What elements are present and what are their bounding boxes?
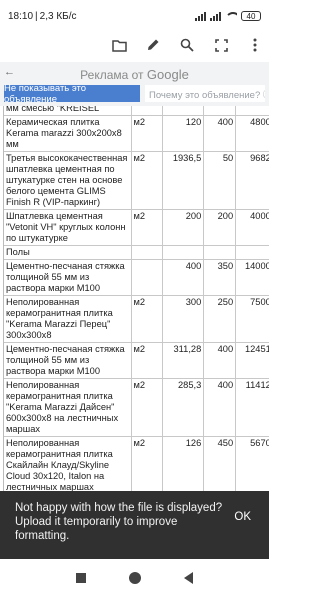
google-logo: Google: [146, 67, 189, 82]
cell-name: мм смесью "KREISEL: [4, 106, 132, 115]
format-snackbar: Not happy with how the file is displayed…: [0, 491, 269, 559]
ad-panel: ← Реклама от Google Не показывать это об…: [0, 62, 269, 106]
back-button[interactable]: [183, 572, 193, 584]
cell-qty: [163, 106, 205, 115]
more-icon[interactable]: [247, 37, 263, 53]
cell-qty: 285,3: [163, 379, 205, 436]
cell-unit: [132, 246, 164, 259]
cell-price: 450: [204, 437, 237, 494]
snackbar-ok-button[interactable]: OK: [234, 511, 251, 523]
cell-price: 250: [204, 296, 237, 342]
cell-unit: м2: [132, 379, 164, 436]
cell-price: [204, 246, 237, 259]
cell-sum: [236, 106, 269, 115]
cell-unit: м2: [132, 152, 164, 209]
cell-unit: м2: [132, 296, 164, 342]
fullscreen-icon[interactable]: [213, 37, 229, 53]
status-bar: 18:10 | 2,3 КБ/с 40: [0, 0, 269, 32]
cell-name: Цементно-песчаная стяжка толщиной 55 мм …: [4, 260, 132, 295]
cell-sum: 124512: [236, 343, 269, 378]
cell-sum: 96825: [236, 152, 269, 209]
search-icon[interactable]: [179, 37, 195, 53]
cell-unit: м2: [132, 210, 164, 245]
cell-price: [204, 106, 237, 115]
document-table-view[interactable]: мм смесью "KREISEL Керамическая плитка Ke…: [0, 106, 269, 500]
cell-sum: [236, 246, 269, 259]
cell-qty: 120: [163, 116, 205, 151]
edit-icon[interactable]: [145, 37, 161, 53]
viewer-toolbar: [0, 32, 269, 58]
status-separator: |: [35, 10, 38, 22]
cell-name: Третья высококачественная шпатлевка цеме…: [4, 152, 132, 209]
cell-sum: 114120: [236, 379, 269, 436]
cell-qty: 126: [163, 437, 205, 494]
cell-name: Цементно-песчаная стяжка толщиной 55 мм …: [4, 343, 132, 378]
cell-qty: 400: [163, 260, 205, 295]
cell-price: 200: [204, 210, 237, 245]
table-row: Неполированная керамогранитная плитка Ск…: [4, 437, 269, 495]
cell-unit: м2: [132, 343, 164, 378]
cell-name: Неполированная керамогранитная плитка Ск…: [4, 437, 132, 494]
cell-unit: [132, 260, 164, 295]
signal-icon: [195, 11, 206, 21]
ad-header-prefix: Реклама от: [80, 68, 147, 82]
cell-name: Полы: [4, 246, 132, 259]
cell-qty: 200: [163, 210, 205, 245]
cell-unit: [132, 106, 164, 115]
hide-ad-button[interactable]: Не показывать это объявление: [4, 83, 140, 105]
cell-qty: [163, 246, 205, 259]
cell-price: 350: [204, 260, 237, 295]
system-nav-bar: [0, 559, 269, 597]
cell-sum: 140000: [236, 260, 269, 295]
cell-name: Неполированная керамогранитная плитка "K…: [4, 379, 132, 436]
table-row: Шпатлевка цементная "Vetonit VH" круглых…: [4, 210, 269, 246]
cell-sum: 40000: [236, 210, 269, 245]
table-row: Цементно-песчаная стяжка толщиной 55 мм …: [4, 343, 269, 379]
cell-name: Керамическая плитка Kerama marazzi 300х2…: [4, 116, 132, 151]
table-row: Неполированная керамогранитная плитка "K…: [4, 379, 269, 437]
battery-level: 40: [246, 11, 256, 21]
estimate-table: мм смесью "KREISEL Керамическая плитка Ke…: [3, 106, 269, 500]
folder-icon[interactable]: [111, 37, 127, 53]
table-row: Цементно-песчаная стяжка толщиной 55 мм …: [4, 260, 269, 296]
status-time: 18:10: [8, 10, 34, 22]
cell-sum: 56700: [236, 437, 269, 494]
why-ad-button[interactable]: Почему это объявление? ⓘ: [145, 85, 265, 102]
cell-name: Неполированная керамогранитная плитка "K…: [4, 296, 132, 342]
battery-icon: 40: [241, 11, 261, 21]
table-row: Керамическая плитка Kerama marazzi 300х2…: [4, 116, 269, 152]
cell-sum: 48000: [236, 116, 269, 151]
home-button[interactable]: [128, 572, 141, 584]
cell-price: 50: [204, 152, 237, 209]
status-speed: 2,3 КБ/с: [39, 10, 77, 22]
cell-qty: 311,28: [163, 343, 205, 378]
signal-icon-2: [210, 11, 221, 21]
cell-qty: 300: [163, 296, 205, 342]
cell-qty: 1936,5: [163, 152, 205, 209]
cell-name: Шпатлевка цементная "Vetonit VH" круглых…: [4, 210, 132, 245]
cell-price: 400: [204, 116, 237, 151]
wifi-icon: [225, 11, 237, 21]
snackbar-message: Not happy with how the file is displayed…: [15, 502, 223, 542]
cell-unit: м2: [132, 116, 164, 151]
cell-price: 400: [204, 343, 237, 378]
table-row: Полы: [4, 246, 269, 260]
table-row: Неполированная керамогранитная плитка "K…: [4, 296, 269, 343]
cell-unit: м2: [132, 437, 164, 494]
table-row: мм смесью "KREISEL: [4, 106, 269, 116]
ad-header: Реклама от Google: [0, 67, 269, 82]
recents-button[interactable]: [76, 573, 87, 583]
table-row: Третья высококачественная шпатлевка цеме…: [4, 152, 269, 210]
cell-price: 400: [204, 379, 237, 436]
cell-sum: 75000: [236, 296, 269, 342]
